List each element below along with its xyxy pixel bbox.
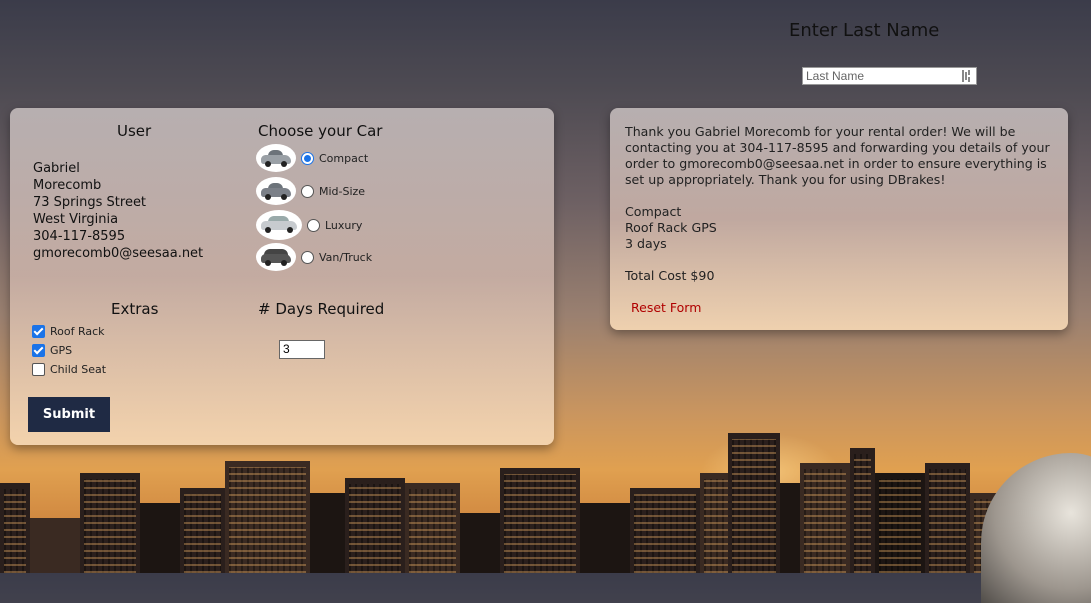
car-option-mid-size[interactable]: Mid-Size [256, 177, 365, 205]
car-option-luxury[interactable]: Luxury [256, 210, 362, 240]
van-truck-radio[interactable] [301, 250, 314, 264]
summary-extras: Roof Rack GPS [625, 220, 717, 235]
mid-size-car-image [256, 177, 296, 205]
gps-label: GPS [50, 344, 73, 357]
user-phone: 304-117-8595 [33, 229, 126, 244]
user-state: West Virginia [33, 212, 119, 227]
luxury-car-image [256, 210, 302, 240]
gps-checkbox[interactable] [32, 344, 45, 357]
confirmation-panel: Thank you Gabriel Morecomb for your rent… [610, 108, 1068, 330]
order-summary: Compact Roof Rack GPS 3 days [625, 204, 717, 252]
autofill-icon[interactable] [962, 70, 972, 82]
mid-size-label: Mid-Size [319, 184, 366, 198]
last-name-input[interactable]: Last Name [802, 67, 977, 85]
user-details: Gabriel Morecomb 73 Springs Street West … [33, 160, 203, 262]
extra-child-seat[interactable]: Child Seat [32, 363, 106, 376]
lookup-title: Enter Last Name [789, 20, 940, 41]
last-name-placeholder: Last Name [806, 69, 865, 83]
roof-rack-checkbox[interactable] [32, 325, 45, 338]
car-option-compact[interactable]: Compact [256, 144, 368, 172]
user-last-name: Morecomb [33, 178, 102, 193]
luxury-radio[interactable] [307, 218, 320, 232]
child-seat-checkbox[interactable] [32, 363, 45, 376]
compact-label: Compact [319, 151, 369, 165]
days-heading: # Days Required [258, 300, 385, 318]
extra-gps[interactable]: GPS [32, 344, 72, 357]
reset-form-link[interactable]: Reset Form [631, 300, 701, 315]
submit-button[interactable]: Submit [28, 397, 110, 432]
total-cost: Total Cost $90 [625, 268, 715, 283]
rental-form-panel: User Gabriel Morecomb 73 Springs Street … [10, 108, 554, 445]
days-input[interactable]: 3 [279, 340, 325, 359]
user-email: gmorecomb0@seesaa.net [33, 246, 204, 261]
confirmation-message: Thank you Gabriel Morecomb for your rent… [625, 124, 1050, 187]
child-seat-label: Child Seat [50, 363, 107, 376]
car-heading: Choose your Car [258, 122, 383, 140]
user-first-name: Gabriel [33, 161, 80, 176]
car-option-van-truck[interactable]: Van/Truck [256, 243, 372, 271]
summary-car: Compact [625, 204, 682, 219]
user-street: 73 Springs Street [33, 195, 147, 210]
car-background-image [981, 453, 1091, 603]
extras-heading: Extras [111, 300, 159, 318]
compact-radio[interactable] [301, 151, 314, 165]
extra-roof-rack[interactable]: Roof Rack [32, 325, 105, 338]
van-truck-label: Van/Truck [319, 250, 373, 264]
compact-car-image [256, 144, 296, 172]
user-heading: User [117, 122, 152, 140]
summary-days: 3 days [625, 236, 667, 251]
roof-rack-label: Roof Rack [50, 325, 105, 338]
van-truck-car-image [256, 243, 296, 271]
mid-size-radio[interactable] [301, 184, 314, 198]
luxury-label: Luxury [325, 218, 363, 232]
